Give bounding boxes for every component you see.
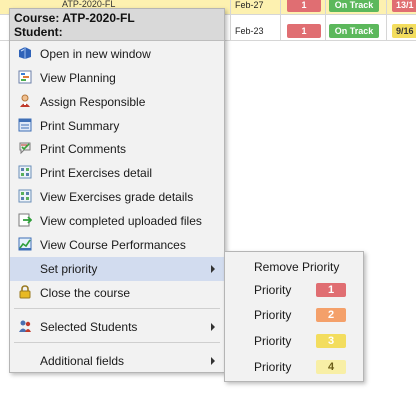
grades-icon — [18, 189, 32, 203]
menu-header: Course: ATP-2020-FL Student: — [10, 9, 224, 41]
menu-item-label: Open in new window — [40, 47, 151, 61]
menu-item-label: Assign Responsible — [40, 95, 146, 109]
upload-icon — [18, 213, 33, 227]
priority-badge: 1 — [287, 24, 321, 38]
menu-item-set-priority[interactable]: Set priority — [10, 257, 224, 281]
menu-item-view-uploaded-files[interactable]: View completed uploaded files — [10, 209, 224, 233]
menu-item-label: Close the course — [40, 286, 131, 300]
lock-icon — [18, 285, 32, 299]
menu-item-open-new-window[interactable]: Open in new window — [10, 42, 224, 66]
menu-item-label: Print Summary — [40, 119, 120, 133]
priority-label: Priority — [254, 334, 292, 348]
summary-icon — [18, 118, 32, 132]
menu-item-label: Additional fields — [40, 354, 125, 368]
planning-icon — [18, 70, 32, 84]
menu-item-print-summary[interactable]: Print Summary — [10, 114, 224, 138]
menu-item-view-planning[interactable]: View Planning — [10, 66, 224, 90]
status-badge: On Track — [329, 0, 379, 12]
students-icon — [18, 319, 32, 333]
menu-item-label: View Exercises grade details — [40, 190, 194, 204]
menu-item-print-comments[interactable]: Print Comments — [10, 137, 224, 161]
menu-item-view-course-performances[interactable]: View Course Performances — [10, 233, 224, 257]
priority-item-1[interactable]: Priority 1 — [225, 278, 363, 302]
menu-item-label: Print Exercises detail — [40, 166, 153, 180]
priority-item-3[interactable]: Priority 3 — [225, 329, 363, 353]
priority-item-4[interactable]: Priority 4 — [225, 355, 363, 379]
status-badge: On Track — [329, 24, 379, 38]
chevron-right-icon — [211, 265, 215, 273]
menu-header-course: Course: ATP-2020-FL — [14, 11, 135, 25]
comments-icon — [18, 141, 32, 155]
column-divider — [325, 0, 326, 40]
column-divider — [230, 0, 231, 40]
remove-priority-item[interactable]: Remove Priority — [225, 255, 363, 279]
progress-badge: 13/1 — [392, 0, 416, 12]
menu-item-additional-fields[interactable]: Additional fields — [10, 349, 224, 373]
chevron-right-icon — [211, 357, 215, 365]
menu-separator — [14, 308, 220, 309]
priority-label: Priority — [254, 283, 292, 297]
date-cell: Feb-23 — [235, 26, 264, 36]
menu-item-label: Selected Students — [40, 320, 138, 334]
remove-priority-label: Remove Priority — [254, 260, 340, 274]
column-divider — [386, 0, 387, 40]
menu-item-view-exercises-grade-details[interactable]: View Exercises grade details — [10, 185, 224, 209]
priority-badge-3: 3 — [316, 334, 346, 348]
chart-icon — [18, 237, 32, 251]
priority-badge-4: 4 — [316, 360, 346, 374]
person-icon — [18, 94, 32, 108]
priority-submenu: Remove Priority Priority 1 Priority 2 Pr… — [224, 251, 364, 382]
menu-item-selected-students[interactable]: Selected Students — [10, 315, 224, 339]
exercises-icon — [18, 165, 32, 179]
menu-item-assign-responsible[interactable]: Assign Responsible — [10, 90, 224, 114]
menu-item-label: View Course Performances — [40, 238, 186, 252]
date-cell: Feb-27 — [235, 0, 264, 10]
priority-item-2[interactable]: Priority 2 — [225, 303, 363, 327]
menu-header-student: Student: — [14, 25, 63, 39]
column-divider — [280, 0, 281, 40]
menu-item-print-exercises-detail[interactable]: Print Exercises detail — [10, 161, 224, 185]
chevron-right-icon — [211, 323, 215, 331]
menu-item-close-course[interactable]: Close the course — [10, 281, 224, 305]
priority-label: Priority — [254, 308, 292, 322]
menu-item-label: Print Comments — [40, 142, 127, 156]
priority-badge: 1 — [287, 0, 321, 12]
progress-badge: 9/16 — [392, 24, 416, 38]
menu-separator — [14, 342, 220, 343]
menu-item-label: View completed uploaded files — [40, 214, 202, 228]
menu-item-label: Set priority — [40, 262, 98, 276]
menu-item-label: View Planning — [40, 71, 116, 85]
priority-badge-1: 1 — [316, 283, 346, 297]
priority-label: Priority — [254, 360, 292, 374]
context-menu: Course: ATP-2020-FL Student: Open in new… — [9, 8, 225, 373]
book-icon — [18, 46, 32, 60]
priority-badge-2: 2 — [316, 308, 346, 322]
